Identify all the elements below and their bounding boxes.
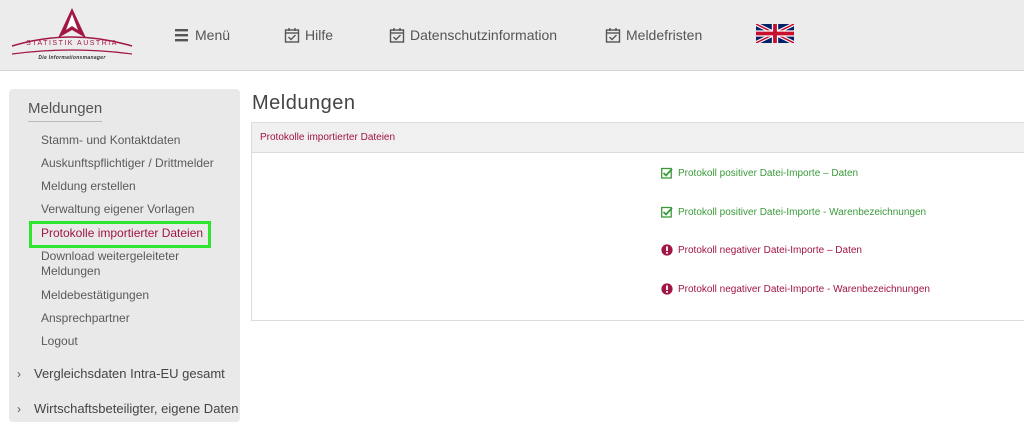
sidebar-item-download[interactable]: Download weitergeleiteter Meldungen: [41, 249, 231, 279]
sidebar-group-vergleichsdaten[interactable]: › Vergleichsdaten Intra-EU gesamt: [17, 366, 225, 381]
calendar-check-icon: [605, 28, 621, 43]
link-label: Protokoll positiver Datei-Importe – Date…: [678, 167, 859, 179]
check-square-icon: [661, 167, 673, 179]
link-label: Protokoll negativer Datei-Importe – Date…: [678, 244, 862, 256]
sidebar-item-vorlagen[interactable]: Verwaltung eigener Vorlagen: [41, 202, 231, 217]
exclamation-circle-icon: [661, 283, 673, 295]
sidebar-item-stammdaten[interactable]: Stamm- und Kontaktdaten: [41, 133, 231, 148]
sidebar-item-logout[interactable]: Logout: [41, 334, 231, 349]
protocol-positive-data-link[interactable]: Protokoll positiver Datei-Importe – Date…: [661, 167, 858, 179]
menu-label: Menü: [195, 27, 231, 43]
privacy-link[interactable]: Datenschutzinformation: [389, 26, 557, 44]
check-square-icon: [661, 206, 673, 218]
chevron-right-icon: ›: [17, 366, 21, 381]
top-header: STATISTIK AUSTRIA Die Informationsmanage…: [0, 0, 1024, 71]
deadlines-link[interactable]: Meldefristen: [605, 26, 702, 44]
chevron-right-icon: ›: [17, 401, 21, 416]
protocol-negative-goods-link[interactable]: Protokoll negativer Datei-Importe - Ware…: [661, 283, 930, 295]
protocol-negative-data-link[interactable]: Protokoll negativer Datei-Importe – Date…: [661, 244, 862, 256]
hamburger-icon: [175, 29, 188, 42]
sidebar-group-label: Vergleichsdaten Intra-EU gesamt: [34, 366, 225, 381]
menu-button[interactable]: Menü: [174, 26, 230, 44]
link-label: Protokoll negativer Datei-Importe - Ware…: [678, 283, 930, 295]
sidebar-item-auskunftspflichtiger[interactable]: Auskunftspflichtiger / Drittmelder: [41, 156, 231, 171]
calendar-check-icon: [389, 28, 405, 43]
logo-name: STATISTIK AUSTRIA: [26, 40, 118, 47]
exclamation-circle-icon: [661, 244, 673, 256]
sidebar: Meldungen Stamm- und Kontaktdaten Auskun…: [9, 89, 240, 422]
uk-flag-icon[interactable]: [756, 24, 794, 43]
sidebar-group-label: Wirtschaftsbeteiligter, eigene Daten: [34, 401, 239, 416]
panel-header: Protokolle importierter Dateien: [252, 123, 1024, 153]
help-link[interactable]: Hilfe: [284, 26, 333, 44]
sidebar-title[interactable]: Meldungen: [28, 100, 103, 122]
statistik-austria-logo[interactable]: STATISTIK AUSTRIA Die Informationsmanage…: [10, 6, 134, 64]
page-title: Meldungen: [252, 92, 356, 114]
sidebar-item-meldung-erstellen[interactable]: Meldung erstellen: [41, 179, 231, 194]
sidebar-group-wirtschaftsbeteiligter[interactable]: › Wirtschaftsbeteiligter, eigene Daten: [17, 401, 239, 416]
calendar-check-icon: [284, 28, 300, 43]
link-label: Protokoll positiver Datei-Importe - Ware…: [678, 206, 927, 218]
sidebar-item-ansprechpartner[interactable]: Ansprechpartner: [41, 311, 231, 326]
protocol-positive-goods-link[interactable]: Protokoll positiver Datei-Importe - Ware…: [661, 206, 926, 218]
logo-tagline: Die Informationsmanager: [38, 55, 106, 61]
sidebar-item-protokolle[interactable]: Protokolle importierter Dateien: [41, 226, 231, 241]
deadlines-label: Meldefristen: [626, 27, 703, 43]
sidebar-item-meldebestaetigungen[interactable]: Meldebestätigungen: [41, 288, 231, 303]
help-label: Hilfe: [305, 27, 334, 43]
privacy-label: Datenschutzinformation: [410, 27, 558, 43]
